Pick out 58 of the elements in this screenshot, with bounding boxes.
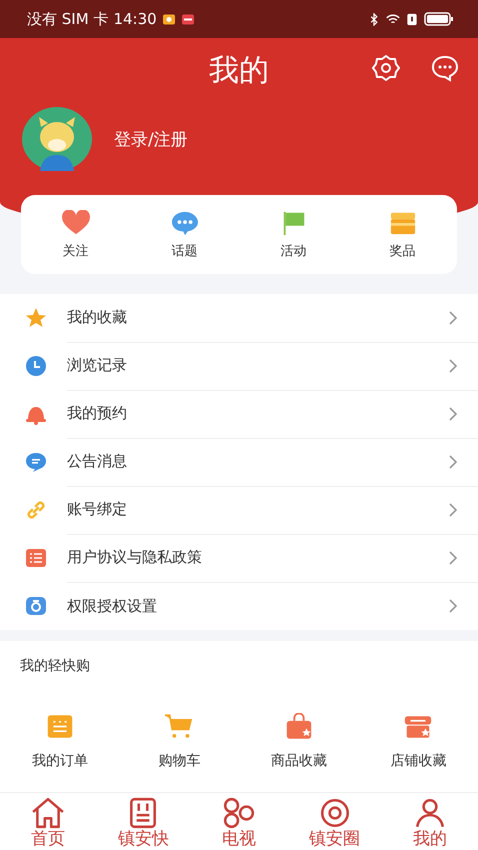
clock-icon [25,355,47,377]
chevron-icon [448,598,458,614]
avatar[interactable] [22,107,92,171]
star-icon [25,307,47,329]
shop-label[interactable]: 我的订单 [32,752,88,770]
sim-icon [405,12,419,26]
menu-item[interactable]: 用户协议与隐私政策 [0,534,478,582]
tab[interactable]: 镇安圈 [286,793,382,850]
chevron-icon [448,454,458,470]
circles-icon [222,797,256,829]
store-icon[interactable] [403,713,434,740]
page-title: 我的 [209,52,269,90]
message-icon[interactable] [430,53,460,83]
menu-label: 账号绑定 [67,500,127,519]
menu-item[interactable]: 我的收藏 [0,294,478,342]
section-title: 我的轻快购 [19,657,91,675]
menu-item[interactable]: 公告消息 [0,438,478,486]
shortcut-label[interactable]: 关注 [62,242,88,260]
home-icon [30,797,65,829]
shortcut-label[interactable]: 活动 [280,242,306,260]
shortcut-label[interactable]: 奖品 [390,242,416,260]
menu-label: 浏览记录 [67,356,127,375]
shop-label[interactable]: 购物车 [158,752,200,770]
chevron-icon [448,406,458,422]
menu-item[interactable]: 我的预约 [0,390,478,438]
shortcut-label[interactable]: 话题 [172,242,198,260]
tab[interactable]: 镇安快 [96,793,192,850]
settings-icon[interactable] [371,53,401,83]
shop-label[interactable]: 店铺收藏 [390,752,446,770]
menu-label: 公告消息 [67,452,127,471]
tab[interactable]: 首页 [0,793,96,850]
wifi-icon [386,12,400,26]
status-time: 14:30 [113,10,157,28]
menu-item[interactable]: 账号绑定 [0,486,478,534]
link-icon [25,499,47,521]
menu-label: 我的预约 [67,404,127,423]
battery-icon [424,12,454,26]
menu-label: 我的收藏 [67,308,127,327]
cart-icon[interactable] [164,713,194,740]
menu-item[interactable]: 浏览记录 [0,342,478,390]
chevron-icon [448,550,458,566]
tab[interactable]: 电视 [191,793,287,850]
tab[interactable]: 我的 [382,793,478,850]
chevron-icon [448,358,458,374]
notification-icon [180,12,195,26]
menu-label: 权限授权设置 [67,596,157,616]
heart-icon[interactable] [60,210,92,236]
list-icon [25,547,47,569]
shop-label[interactable]: 商品收藏 [270,752,327,770]
carrier-text: 没有 SIM 卡 [27,10,108,28]
menu-label: 用户协议与隐私政策 [67,548,202,567]
chevron-icon [448,502,458,518]
login-link[interactable]: 登录/注册 [114,128,188,150]
notification-icon [162,12,176,26]
chevron-icon [448,310,458,326]
lock-icon [25,595,47,617]
message-icon [25,451,47,473]
menu-item[interactable]: 权限授权设置 [0,582,478,630]
